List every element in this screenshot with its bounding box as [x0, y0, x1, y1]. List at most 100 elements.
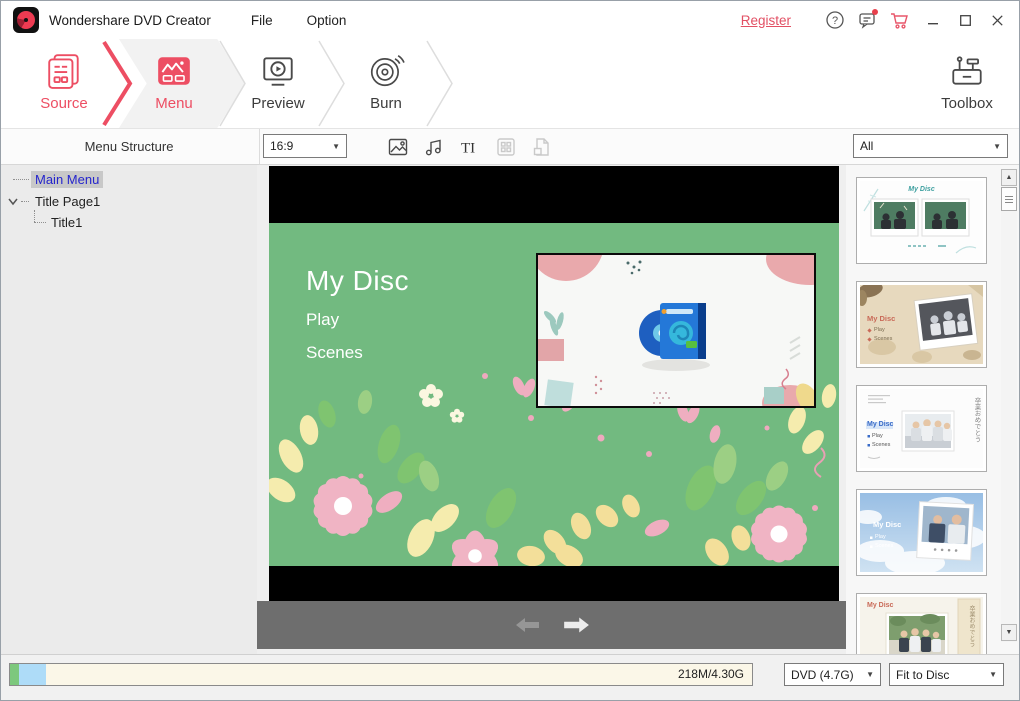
help-icon[interactable]: ?	[824, 9, 846, 31]
frames-button	[493, 134, 519, 160]
toolbox-label: Toolbox	[941, 95, 993, 112]
capacity-used-menu-segment	[19, 664, 46, 685]
menu-structure-header: Menu Structure	[1, 129, 257, 164]
template-title: My Disc	[860, 186, 983, 193]
template-menu-item: Play	[874, 328, 885, 334]
play-menu-item[interactable]: Play	[306, 310, 339, 330]
divider	[259, 129, 260, 164]
step-burn[interactable]: Burn	[338, 39, 434, 128]
menu-option[interactable]: Option	[307, 13, 347, 28]
template-title: My Disc	[873, 521, 901, 529]
aspect-ratio-value: 16:9	[270, 139, 293, 153]
template-thumbnail-2[interactable]: My Disc Play Scenes	[856, 281, 987, 368]
aspect-ratio-select[interactable]: 16:9 ▼	[263, 134, 347, 158]
maximize-button[interactable]	[951, 8, 979, 32]
text-icon: TI	[459, 136, 481, 158]
tree-connector	[13, 179, 29, 180]
tree-connector	[34, 210, 35, 222]
tree-item-main-menu[interactable]: Main Menu	[31, 170, 103, 188]
import-template-button	[529, 134, 555, 160]
tree-item-title-page1[interactable]: Title Page1	[31, 192, 104, 210]
background-music-button[interactable]	[421, 134, 447, 160]
menu-canvas[interactable]: My Disc Play Scenes	[269, 223, 839, 566]
chevron-down-icon: ▼	[332, 142, 340, 151]
svg-text:?: ?	[832, 15, 838, 27]
tool-row: Menu Structure 16:9 ▼ TI	[1, 129, 1019, 165]
step-preview[interactable]: Preview	[230, 39, 326, 128]
preview-area: My Disc Play Scenes	[257, 165, 846, 654]
background-image-button[interactable]	[385, 134, 411, 160]
close-button[interactable]	[983, 8, 1011, 32]
image-icon	[387, 136, 409, 158]
disc-title-text[interactable]: My Disc	[306, 265, 409, 297]
template-menu-item: Play	[875, 535, 886, 541]
template-title: My Disc	[867, 421, 893, 428]
fit-to-disc-value: Fit to Disc	[896, 668, 949, 682]
template-title: My Disc	[867, 315, 895, 323]
video-thumbnail[interactable]	[536, 253, 816, 408]
step-source-label: Source	[40, 95, 88, 112]
template-vertical-text: 卒業おめでとう	[973, 397, 980, 443]
step-burn-label: Burn	[370, 95, 402, 112]
frames-icon	[495, 136, 517, 158]
template-menu-item: Play	[872, 434, 883, 440]
toolbox-button[interactable]: Toolbox	[919, 39, 1015, 128]
toolbox-icon	[948, 52, 986, 90]
tree-expander-icon[interactable]	[7, 195, 19, 207]
menu-icon	[155, 52, 193, 90]
template-filter-select[interactable]: All ▼	[853, 134, 1008, 158]
step-menu-label: Menu	[155, 95, 193, 112]
app-title: Wondershare DVD Creator	[49, 13, 211, 28]
scrollbar-track[interactable]	[1001, 169, 1017, 642]
register-link[interactable]: Register	[741, 13, 791, 28]
chevron-down-icon: ▼	[989, 670, 997, 679]
chevron-down-icon: ▼	[993, 142, 1001, 151]
template-thumbnail-3[interactable]: My Disc Play Scenes 卒業おめでとう	[856, 385, 987, 472]
status-bar: 218M/4.30G DVD (4.7G) ▼ Fit to Disc ▼	[1, 654, 1019, 700]
notification-badge	[872, 9, 878, 15]
workflow-ribbon: Source Menu Preview	[1, 39, 1019, 129]
template-thumbnail-4[interactable]: My Disc Play Scenes	[856, 489, 987, 576]
scroll-down-button[interactable]: ▼	[1001, 624, 1017, 641]
next-page-arrow-icon[interactable]	[561, 615, 591, 635]
menu-preview-screen: My Disc Play Scenes	[269, 166, 839, 601]
app-window: Wondershare DVD Creator File Option Regi…	[0, 0, 1020, 701]
scenes-menu-item[interactable]: Scenes	[306, 343, 363, 363]
disc-capacity-bar: 218M/4.30G	[9, 663, 753, 686]
cart-icon[interactable]	[888, 9, 910, 31]
menu-file[interactable]: File	[251, 13, 273, 28]
tree-item-label: Main Menu	[31, 171, 103, 188]
text-button[interactable]: TI	[457, 134, 483, 160]
tree-item-label: Title Page1	[31, 193, 104, 210]
template-thumbnail-5[interactable]: My Disc 卒業おめでとう	[856, 593, 987, 654]
template-menu-item: Scenes	[874, 337, 892, 343]
tree-connector	[21, 201, 29, 202]
step-source[interactable]: Source	[16, 39, 112, 128]
video-frame-art	[538, 255, 814, 406]
template-gallery: My Disc	[846, 165, 1019, 654]
previous-page-arrow-icon[interactable]	[513, 615, 543, 635]
file-icon	[531, 136, 553, 158]
template-title: My Disc	[867, 602, 893, 609]
scroll-up-button[interactable]: ▲	[1001, 169, 1017, 186]
tree-item-title1[interactable]: Title1	[47, 213, 86, 231]
feedback-icon[interactable]	[856, 9, 878, 31]
app-logo-icon	[13, 7, 39, 33]
template-menu-item: Scenes	[872, 443, 890, 449]
disc-type-value: DVD (4.7G)	[791, 668, 854, 682]
template-vertical-text: 卒業おめでとう	[968, 605, 974, 647]
scrollbar-thumb[interactable]	[1001, 187, 1017, 211]
page-navigation-strip	[257, 601, 846, 649]
disc-type-select[interactable]: DVD (4.7G) ▼	[784, 663, 881, 686]
step-menu[interactable]: Menu	[126, 39, 222, 128]
fit-to-disc-select[interactable]: Fit to Disc ▼	[889, 663, 1004, 686]
chevron-down-icon: ▼	[866, 670, 874, 679]
tree-item-label: Title1	[47, 214, 86, 231]
template-art	[860, 389, 983, 468]
template-filter-value: All	[860, 139, 873, 153]
burn-icon	[367, 52, 405, 90]
music-icon	[423, 136, 445, 158]
tree-connector	[34, 222, 46, 223]
template-thumbnail-1[interactable]: My Disc	[856, 177, 987, 264]
minimize-button[interactable]	[919, 8, 947, 32]
